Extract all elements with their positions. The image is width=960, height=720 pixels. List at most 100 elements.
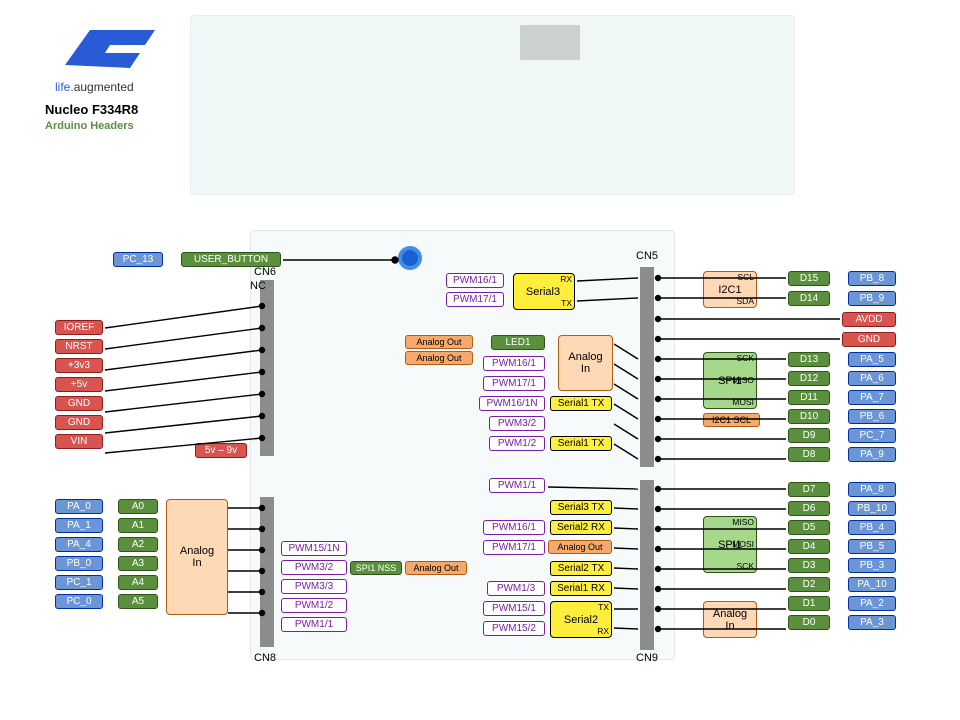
d6: D6: [788, 501, 830, 516]
pwm17-1-top: PWM17/1: [446, 292, 504, 307]
mid-pwm16-1: PWM16/1: [483, 356, 545, 371]
bot-pwm15-2: PWM15/2: [483, 621, 545, 636]
tag-aug: augmented: [74, 80, 134, 94]
i2c1-scl-solo: I2C1 SCL: [703, 413, 760, 427]
spi1b-sck: SCK: [737, 562, 754, 571]
gnd: GND: [842, 332, 896, 347]
d10: D10: [788, 409, 830, 424]
d7: D7: [788, 482, 830, 497]
serial3-tx: TX: [561, 299, 572, 308]
d1: D1: [788, 596, 830, 611]
mid-pwm16-1n: PWM16/1N: [479, 396, 545, 411]
cn8-pwm-col: PWM15/1N PWM3/2 PWM3/3 PWM1/2 PWM1/1: [281, 541, 347, 632]
spi1-top-box: SPI1 SCK MISO MOSI: [703, 352, 757, 409]
pa3: PA_3: [848, 615, 896, 630]
pc7: PC_7: [848, 428, 896, 443]
pwm3-3: PWM3/3: [281, 579, 347, 594]
d5: D5: [788, 520, 830, 535]
bot-pwm16-1: PWM16/1: [483, 520, 545, 535]
cn9-green-col: D7 D6 D5 D4 D3 D2 D1 D0: [788, 482, 830, 630]
spi1-nss: SPI1 NSS: [350, 561, 402, 575]
pwm16-1-top: PWM16/1: [446, 273, 504, 288]
pa5: PA_5: [848, 352, 896, 367]
pb4: PB_4: [848, 520, 896, 535]
bot-pwm15-1: PWM15/1: [483, 601, 545, 616]
serial3-top-box: Serial3 RX TX: [513, 273, 575, 310]
d13: D13: [788, 352, 830, 367]
serial2-tx2: TX: [598, 603, 609, 612]
pb9: PB_9: [848, 291, 896, 306]
pb5: PB_5: [848, 539, 896, 554]
led1: LED1: [491, 335, 545, 350]
header-cn5: [640, 267, 654, 467]
chip-gnd2: GND: [55, 415, 103, 430]
pin-pa4: PA_4: [55, 537, 103, 552]
mid-pwm3-2: PWM3/2: [489, 416, 545, 431]
i2c1-scl: SCL: [737, 273, 754, 282]
d0: D0: [788, 615, 830, 630]
pwm1-2: PWM1/2: [281, 598, 347, 613]
serial2-bot-box: Serial2 TX RX: [550, 601, 612, 638]
serial1tx-a: Serial1 TX: [550, 396, 612, 411]
usb-connector: [520, 25, 580, 60]
i2c1-top-box: I2C1 SCL SDA: [703, 271, 757, 308]
d3: D3: [788, 558, 830, 573]
spi1-sck: SCK: [737, 354, 754, 363]
d8: D8: [788, 447, 830, 462]
user-button: USER_BUTTON: [181, 252, 281, 267]
st-logo: [55, 25, 165, 83]
ao-top-1: Analog Out: [405, 335, 473, 349]
ao-bot: Analog Out: [548, 540, 612, 554]
serial1-rx: Serial1 RX: [550, 581, 612, 596]
ao-top-col: Analog Out Analog Out: [405, 335, 473, 365]
spi1b-mosi: MOSI: [732, 540, 754, 549]
pin-pb0: PB_0: [55, 556, 103, 571]
header-cn9: [640, 480, 654, 650]
analog-blue-col: PA_0 PA_1 PA_4 PB_0 PC_1 PC_0: [55, 499, 103, 609]
pwm3-2: PWM3/2: [281, 560, 347, 575]
avdd: AVDD: [842, 312, 896, 327]
pa10: PA_10: [848, 577, 896, 592]
serial2-tx: Serial2 TX: [550, 561, 612, 576]
mid-pwm1-2: PWM1/2: [489, 436, 545, 451]
d15: D15: [788, 271, 830, 286]
lbl-a2: A2: [118, 537, 158, 552]
bot-pwm1-3: PWM1/3: [487, 581, 545, 596]
pin-pc1: PC_1: [55, 575, 103, 590]
lbl-a3: A3: [118, 556, 158, 571]
nc-label: NC: [250, 280, 266, 292]
cn8-label: CN8: [254, 652, 276, 664]
chip-nrst: NRST: [55, 339, 103, 354]
i2c1-sda: SDA: [737, 297, 754, 306]
logo-tagline: life.augmented: [55, 80, 134, 94]
board-top-bg: [190, 15, 795, 195]
chip-ioref: IOREF: [55, 320, 103, 335]
lbl-a4: A4: [118, 575, 158, 590]
spi1-miso: MISO: [732, 376, 754, 385]
analog-in-top: Analog In: [558, 335, 613, 391]
serial3-name: Serial3: [526, 286, 560, 298]
subtitle: Arduino Headers: [45, 120, 134, 132]
user-button-dot: [398, 246, 422, 270]
spi1-bot-box: SPI1 MISO MOSI SCK: [703, 516, 757, 573]
chip-5v9v: 5v – 9v: [195, 443, 247, 458]
cn5-label: CN5: [636, 250, 658, 262]
d14: D14: [788, 291, 830, 306]
analog-green-col: A0 A1 A2 A3 A4 A5: [118, 499, 158, 609]
lbl-a1: A1: [118, 518, 158, 533]
spi1b-miso: MISO: [732, 518, 754, 527]
bot-pwm1-1: PWM1/1: [489, 478, 545, 493]
spi1-mosi: MOSI: [732, 398, 754, 407]
header-cn8: [260, 497, 274, 647]
lbl-a0: A0: [118, 499, 158, 514]
d2: D2: [788, 577, 830, 592]
pa8: PA_8: [848, 482, 896, 497]
d11: D11: [788, 390, 830, 405]
serial1tx-b: Serial1 TX: [550, 436, 612, 451]
pa9: PA_9: [848, 447, 896, 462]
tag-life: life: [55, 80, 70, 94]
analog-in-group: Analog In: [166, 499, 228, 615]
cn5-blue2-col: PA_5 PA_6 PA_7 PB_6 PC_7 PA_9: [848, 352, 896, 462]
header-cn6: [260, 280, 274, 456]
chip-vin: VIN: [55, 434, 103, 449]
